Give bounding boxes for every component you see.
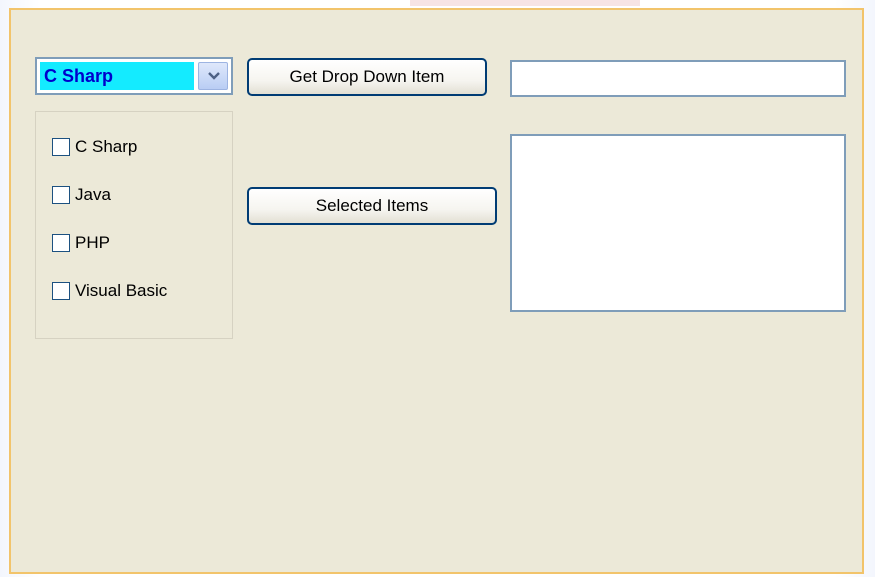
checkbox-item-php[interactable]: PHP — [52, 231, 110, 255]
dropdown-arrow-button[interactable] — [198, 62, 228, 90]
checkbox-label: C Sharp — [75, 137, 138, 156]
checkbox-label: Visual Basic — [75, 281, 168, 300]
checkbox-group-panel: C Sharp Java PHP Visual Basic — [35, 111, 233, 339]
selected-item-textbox[interactable] — [510, 60, 846, 97]
dropdown-selected-value: C Sharp — [40, 62, 194, 90]
checkbox[interactable] — [52, 138, 70, 156]
checkbox-label: Java — [75, 185, 111, 204]
chevron-down-icon — [208, 72, 220, 80]
checkbox[interactable] — [52, 186, 70, 204]
selected-items-listbox[interactable] — [510, 134, 846, 312]
checkbox-item-visual-basic[interactable]: Visual Basic — [52, 279, 167, 303]
language-dropdown[interactable]: C Sharp — [35, 57, 233, 95]
form-window: C Sharp Get Drop Down Item C Sharp Java … — [9, 8, 864, 574]
checkbox[interactable] — [52, 282, 70, 300]
checkbox-item-java[interactable]: Java — [52, 183, 111, 207]
get-drop-down-item-button[interactable]: Get Drop Down Item — [247, 58, 487, 96]
checkbox-label: PHP — [75, 233, 110, 252]
checkbox-item-c-sharp[interactable]: C Sharp — [52, 135, 137, 159]
selected-items-button[interactable]: Selected Items — [247, 187, 497, 225]
checkbox[interactable] — [52, 234, 70, 252]
